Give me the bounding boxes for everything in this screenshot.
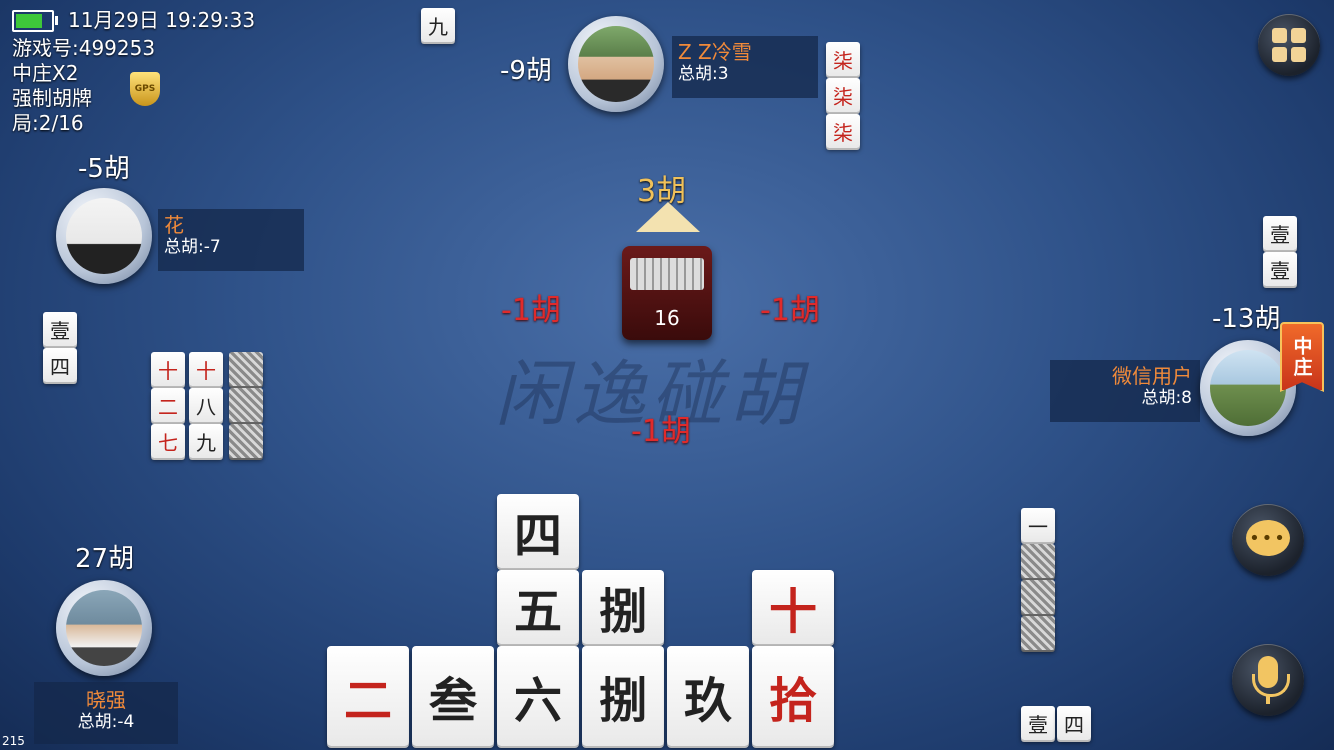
corner-number: 215	[2, 734, 25, 748]
hand-tile[interactable]: 六	[497, 646, 579, 746]
menu-grid-icon	[1272, 28, 1306, 62]
remaining-count: 16	[654, 306, 680, 330]
top-player-name: Z Z冷雪	[678, 40, 752, 64]
rule-dealer: 中庄X2	[12, 61, 79, 85]
remaining-tiles-icon	[630, 258, 704, 290]
hand-tile[interactable]: 十	[752, 570, 834, 644]
right-discard-tile: 壹	[1263, 252, 1297, 286]
menu-button[interactable]	[1258, 14, 1320, 76]
top-meld-tile: 柒	[826, 78, 860, 112]
left-discard-tile: 四	[43, 348, 77, 382]
right-player-score: -13胡	[1212, 304, 1281, 334]
right-bottom-tile: 四	[1057, 706, 1091, 740]
left-discard-tile: 壹	[43, 312, 77, 346]
hand-tile[interactable]: 四	[497, 494, 579, 568]
top-player-score: -9胡	[500, 56, 552, 86]
turn-arrow-icon	[636, 202, 700, 232]
datetime: 11月29日 19:29:33	[68, 8, 256, 32]
top-meld-tile: 柒	[826, 42, 860, 76]
right-round-score: -1胡	[760, 293, 820, 328]
left-round-score: -1胡	[501, 293, 561, 328]
self-player-total: 总胡:-4	[77, 712, 135, 732]
hand-tile[interactable]: 五	[497, 570, 579, 644]
right-discard-tile: 壹	[1263, 216, 1297, 250]
rule-force: 强制胡牌	[12, 86, 92, 110]
right-facedown-tile	[1021, 580, 1055, 614]
battery-icon	[12, 10, 58, 32]
dealer-badge: 中庄	[1280, 322, 1324, 392]
hand-tile[interactable]: 二	[327, 646, 409, 746]
left-player-avatar[interactable]	[56, 188, 152, 284]
left-player-total: 总胡:-7	[164, 237, 221, 257]
left-facedown-tile	[229, 352, 263, 386]
self-player-avatar[interactable]	[56, 580, 152, 676]
left-meld-tile: 二	[151, 388, 185, 422]
left-meld-tile: 七	[151, 424, 185, 458]
gps-icon[interactable]: GPS	[130, 72, 160, 106]
top-meld-tile: 柒	[826, 114, 860, 148]
self-player-name: 晓强	[86, 688, 126, 712]
right-player-info: 微信用户 总胡:8	[1050, 360, 1200, 422]
left-meld-tile: 八	[189, 388, 223, 422]
left-player-name: 花	[164, 213, 184, 237]
hand-tile[interactable]: 玖	[667, 646, 749, 746]
left-player-info: 花 总胡:-7	[158, 209, 304, 271]
self-player-info: 晓强 总胡:-4	[34, 682, 178, 744]
gps-label: GPS	[134, 84, 156, 94]
game-id: 游戏号:499253	[12, 36, 156, 60]
left-player-score: -5胡	[78, 154, 130, 184]
left-facedown-tile	[229, 424, 263, 458]
top-player-total: 总胡:3	[678, 64, 729, 84]
right-facedown-tile	[1021, 616, 1055, 650]
hand-tile[interactable]: 拾	[752, 646, 834, 746]
dealer-label: 中庄	[1290, 336, 1313, 378]
top-player-avatar[interactable]	[568, 16, 664, 112]
bottom-round-score: -1胡	[631, 414, 691, 449]
chat-bubble-icon: •••	[1246, 520, 1290, 556]
voice-button[interactable]	[1232, 644, 1304, 716]
hand-tile[interactable]: 捌	[582, 570, 664, 644]
left-facedown-tile	[229, 388, 263, 422]
top-player-info: Z Z冷雪 总胡:3	[672, 36, 818, 98]
right-facedown-tile	[1021, 544, 1055, 578]
tile-wall-box: 16	[622, 246, 712, 340]
right-player-name: 微信用户	[1112, 364, 1192, 388]
right-hand-tile: 一	[1021, 508, 1055, 542]
round-counter: 局:2/16	[12, 111, 84, 135]
chat-button[interactable]: •••	[1232, 504, 1304, 576]
left-meld-tile: 十	[151, 352, 185, 386]
right-player-total: 总胡:8	[1141, 388, 1192, 408]
self-player-score: 27胡	[75, 544, 135, 574]
right-bottom-tile: 壹	[1021, 706, 1055, 740]
top-discard-tile: 九	[421, 8, 455, 42]
hand-tile[interactable]: 捌	[582, 646, 664, 746]
hand-tile[interactable]: 叁	[412, 646, 494, 746]
left-meld-tile: 十	[189, 352, 223, 386]
left-meld-tile: 九	[189, 424, 223, 458]
